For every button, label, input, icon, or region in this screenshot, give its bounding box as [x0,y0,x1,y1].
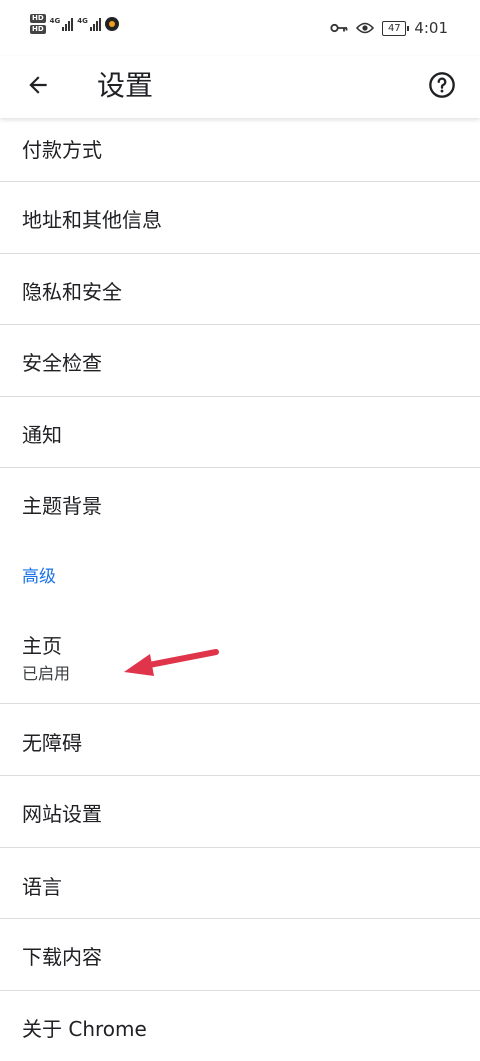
app-notification-icon [104,17,119,31]
page-title: 设置 [97,69,154,102]
hd-badges: HD HD [30,14,46,34]
network-tag: 4G [49,17,61,25]
hd-badge: HD [30,14,46,23]
settings-item-homepage[interactable]: 主页 已启用 [0,610,480,704]
item-title: 隐私和安全 [22,280,122,304]
item-title: 安全检查 [22,351,102,375]
settings-item-site-settings[interactable]: 网站设置 [0,776,480,848]
item-title: 语言 [22,875,62,899]
arrow-left-icon [29,76,47,94]
annotation-arrow-icon [124,649,219,676]
signal-icon: 4G [50,17,74,31]
status-left: HD HD 4G 4G [30,14,119,34]
item-title: 网站设置 [22,802,102,826]
back-button[interactable] [18,65,58,105]
signal-icon: 4G [77,17,101,31]
settings-item-privacy[interactable]: 隐私和安全 [0,254,480,325]
network-tag: 4G [77,17,88,25]
item-title: 主题背景 [22,494,102,518]
eye-icon [356,22,375,34]
clock: 4:01 [414,19,448,37]
settings-item-about-chrome[interactable]: 关于 Chrome [0,991,480,1061]
item-subtitle: 已启用 [22,664,71,683]
help-circle-icon [429,72,455,98]
item-title: 通知 [22,423,62,447]
item-title: 无障碍 [22,731,82,755]
key-icon [330,23,348,33]
settings-item-payment-methods[interactable]: 付款方式 [0,110,480,182]
item-title: 地址和其他信息 [22,208,162,232]
status-bar: HD HD 4G 4G 47 4:01 [0,0,480,56]
settings-item-notifications[interactable]: 通知 [0,397,480,468]
settings-item-theme[interactable]: 主题背景 [0,468,480,538]
item-title: 关于 Chrome [22,1017,147,1041]
battery-level: 47 [387,22,401,34]
item-title: 付款方式 [22,138,102,162]
app-toolbar: 设置 [0,56,480,118]
item-title: 主页 [22,634,62,658]
settings-item-safety-check[interactable]: 安全检查 [0,325,480,397]
hd-badge: HD [30,25,46,34]
settings-item-downloads[interactable]: 下载内容 [0,919,480,991]
help-button[interactable] [422,65,462,105]
settings-item-languages[interactable]: 语言 [0,848,480,919]
settings-item-addresses[interactable]: 地址和其他信息 [0,182,480,254]
battery-icon: 47 [382,20,410,36]
section-header-advanced: 高级 [22,567,56,587]
status-right: 47 4:01 [330,19,448,37]
item-title: 下载内容 [22,945,102,969]
settings-item-accessibility[interactable]: 无障碍 [0,704,480,776]
